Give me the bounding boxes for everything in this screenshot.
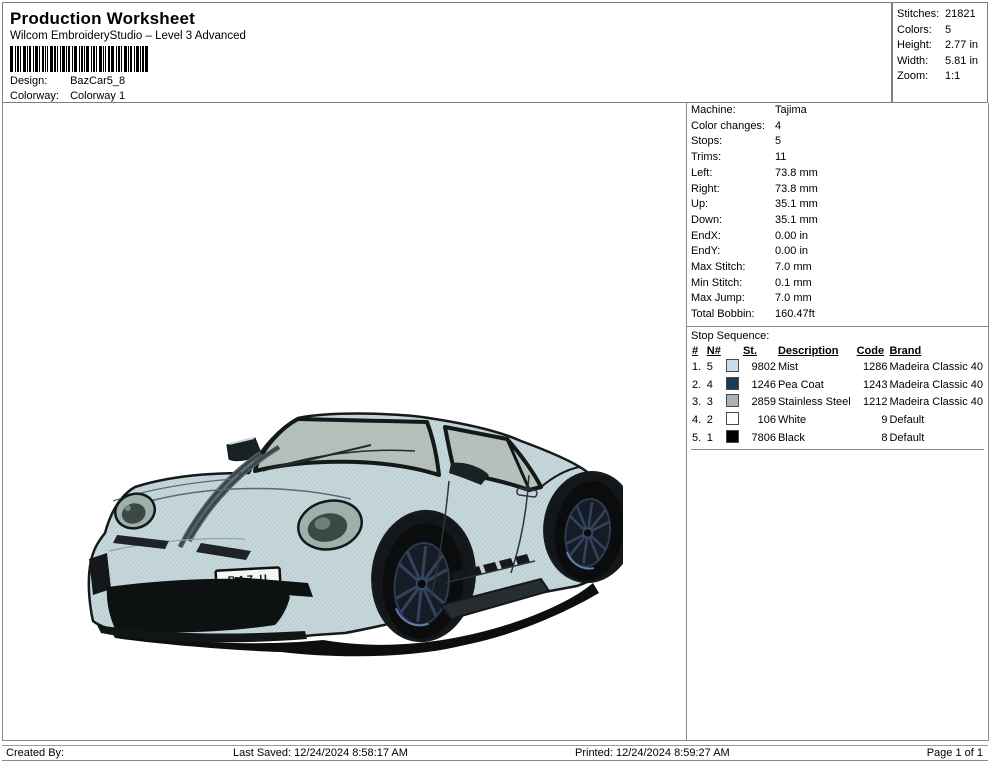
stop-row: 4. 2 106 White 9 Default	[691, 412, 984, 430]
info-right: Right:73.8 mm	[687, 182, 988, 198]
colorway-value: Colorway 1	[70, 90, 125, 102]
header-box: Production Worksheet Wilcom EmbroiderySt…	[2, 2, 892, 103]
thread-swatch	[726, 430, 739, 443]
stat-stitches: Stitches:21821	[893, 3, 987, 23]
page-footer: Created By: Last Saved: 12/24/2024 8:58:…	[2, 745, 988, 761]
stat-width: Width:5.81 in	[893, 54, 987, 70]
info-total-bobbin: Total Bobbin:160.47ft	[687, 307, 988, 323]
page-title: Production Worksheet	[10, 9, 891, 29]
stop-sequence-divider	[691, 449, 984, 450]
col-code: Code	[856, 344, 889, 359]
stat-height: Height:2.77 in	[893, 38, 987, 54]
info-max-jump: Max Jump:7.0 mm	[687, 291, 988, 307]
stop-row: 2. 4 1246 Pea Coat 1243 Madeira Classic …	[691, 377, 984, 395]
stats-box: Stitches:21821 Colors:5 Height:2.77 in W…	[892, 2, 988, 103]
printed-text: Printed: 12/24/2024 8:59:27 AM	[575, 747, 730, 760]
info-down: Down:35.1 mm	[687, 213, 988, 229]
stop-sequence-title: Stop Sequence:	[691, 329, 984, 343]
design-value: BazCar5_8	[70, 75, 125, 87]
info-endx: EndX:0.00 in	[687, 229, 988, 245]
stop-row: 1. 5 9802 Mist 1286 Madeira Classic 40	[691, 359, 984, 377]
col-brand: Brand	[888, 344, 984, 359]
info-color-changes: Color changes:4	[687, 119, 988, 135]
col-description: Description	[777, 344, 856, 359]
col-num: #	[691, 344, 706, 359]
stat-colors: Colors:5	[893, 23, 987, 39]
thread-swatch	[726, 394, 739, 407]
thread-swatch	[726, 359, 739, 372]
production-worksheet-page: Production Worksheet Wilcom EmbroiderySt…	[0, 0, 990, 762]
stop-sequence-section: Stop Sequence: # N# St. Description Code…	[687, 326, 988, 451]
info-machine: Machine:Tajima	[687, 103, 988, 119]
info-stops: Stops:5	[687, 134, 988, 150]
design-preview-area: BAZ.II	[2, 103, 686, 741]
created-by-label: Created By:	[6, 747, 64, 760]
info-max-stitch: Max Stitch:7.0 mm	[687, 260, 988, 276]
page-number: Page 1 of 1	[927, 747, 983, 760]
machine-info-panel: Machine:Tajima Color changes:4 Stops:5 T…	[686, 103, 989, 741]
embroidery-car-image: BAZ.II	[83, 383, 623, 673]
info-trims: Trims:11	[687, 150, 988, 166]
info-endy: EndY:0.00 in	[687, 244, 988, 260]
stop-table-header: # N# St. Description Code Brand	[691, 344, 984, 359]
colorway-row: Colorway: Colorway 1	[10, 90, 125, 102]
thread-swatch	[726, 412, 739, 425]
stop-row: 5. 1 7806 Black 8 Default	[691, 430, 984, 448]
col-stitches: St.	[742, 344, 777, 359]
info-up: Up:35.1 mm	[687, 197, 988, 213]
last-saved-text: Last Saved: 12/24/2024 8:58:17 AM	[233, 747, 408, 760]
stop-sequence-table: # N# St. Description Code Brand 1. 5 9	[691, 344, 984, 448]
design-row: Design: BazCar5_8	[10, 75, 125, 87]
info-min-stitch: Min Stitch:0.1 mm	[687, 276, 988, 292]
app-subtitle: Wilcom EmbroideryStudio – Level 3 Advanc…	[10, 30, 891, 42]
stop-row: 3. 3 2859 Stainless Steel 1212 Madeira C…	[691, 394, 984, 412]
col-swatch	[725, 344, 742, 359]
colorway-label: Colorway:	[10, 90, 67, 102]
thread-swatch	[726, 377, 739, 390]
design-label: Design:	[10, 75, 67, 87]
stat-zoom: Zoom:1:1	[893, 69, 987, 85]
barcode-icon	[10, 46, 148, 77]
col-needle: N#	[706, 344, 725, 359]
info-left: Left:73.8 mm	[687, 166, 988, 182]
